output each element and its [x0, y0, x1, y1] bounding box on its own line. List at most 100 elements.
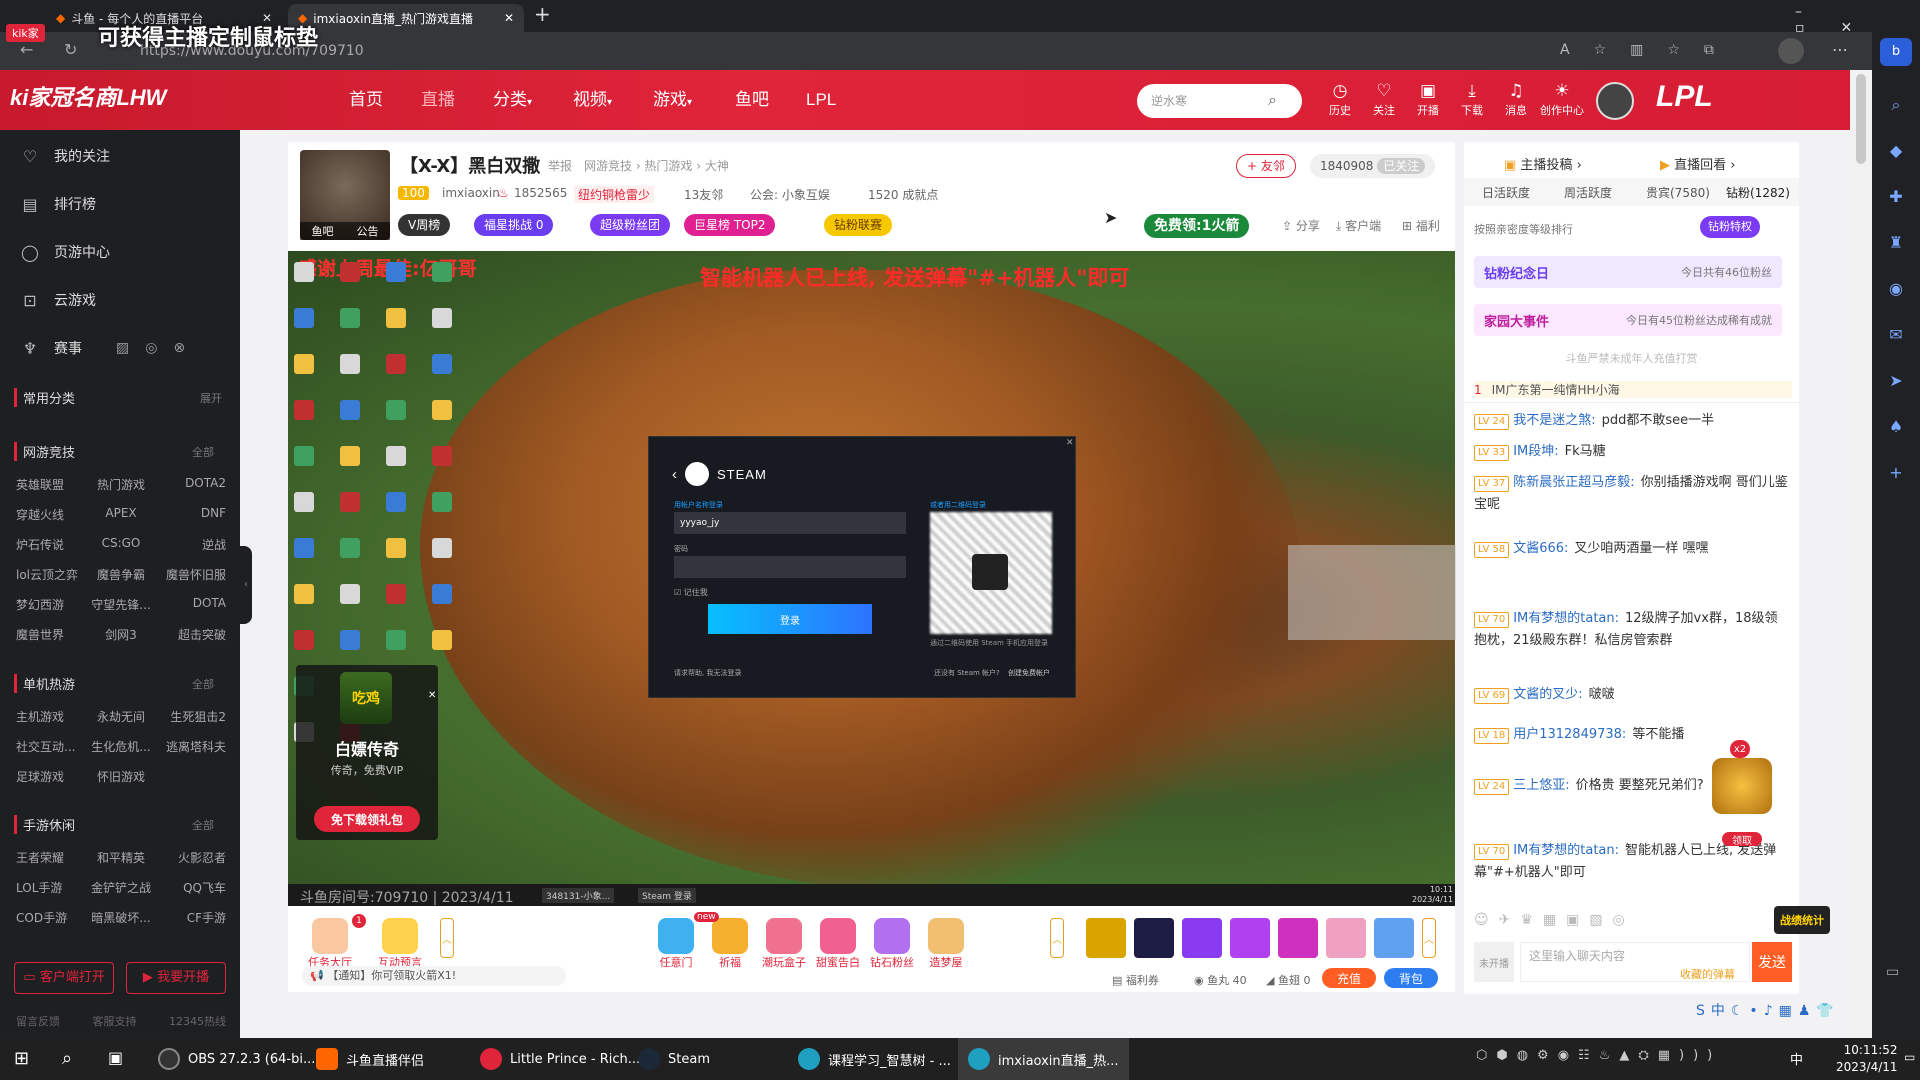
category-item[interactable]: DOTA — [156, 596, 226, 613]
bing-icon[interactable]: b — [1880, 38, 1912, 66]
diamond-privilege-button[interactable]: 钻粉特权 — [1700, 216, 1760, 238]
chat-username[interactable]: IM有梦想的tatan: — [1513, 611, 1619, 626]
report-link[interactable]: 举报 — [548, 157, 572, 174]
search-input[interactable]: 逆水寒 — [1137, 84, 1302, 118]
browser-toolbar-icons[interactable]: A☆▥☆⧉ — [1560, 42, 1738, 58]
announcement-link[interactable]: 公告 — [357, 223, 379, 239]
add-friend-button[interactable]: + 友邻 — [1236, 154, 1296, 178]
expand-up-icon[interactable]: ︿ — [440, 918, 454, 958]
ad-download-button[interactable]: 免下载领礼包 — [314, 806, 420, 832]
tab-daily[interactable]: 日活跃度 — [1482, 184, 1530, 201]
sidebar-item-cloud-games[interactable]: ⊡ 云游戏 — [20, 290, 96, 310]
nav-fishbar[interactable]: 鱼吧 — [735, 70, 769, 130]
streamer-name[interactable]: imxiaoxin — [442, 186, 500, 200]
event-diamond-day[interactable]: 钻粉纪念日 今日共有46位粉丝 — [1474, 256, 1782, 288]
recharge-button[interactable]: 充值 — [1322, 968, 1376, 988]
expand-up-icon[interactable]: ︿ — [1050, 918, 1064, 958]
start-stream-button[interactable]: ▣ 开播 — [1408, 80, 1448, 118]
category-item[interactable]: 梦幻西游 — [16, 596, 86, 613]
chat-username[interactable]: 用户1312849738: — [1513, 727, 1626, 742]
chat-message[interactable]: LV 37 陈新晨张正超马彦毅: 你别插播游戏啊 哥们儿鉴宝呢 — [1474, 472, 1790, 516]
feedback-link[interactable]: 留言反馈 — [16, 1013, 60, 1029]
category-item[interactable]: DNF — [156, 506, 226, 523]
welfare-button[interactable]: ⊞ 福利 — [1402, 217, 1440, 234]
sidebar-item-following[interactable]: ♡ 我的关注 — [20, 146, 110, 166]
category-item[interactable]: 炉石传说 — [16, 536, 86, 553]
taskbar-app-obs[interactable]: OBS 27.2.3 (64-bi... — [158, 1038, 315, 1080]
back-arrow-icon[interactable]: ‹ — [672, 466, 677, 483]
rank-first-row[interactable]: 1 IM广东第一纯情HH小海 — [1474, 381, 1792, 398]
ime-toolbar[interactable]: S中☾•♪▦♟👕 — [1696, 1000, 1840, 1020]
chat-tool-icons[interactable]: ☺✈♛▦▣▧◎ — [1474, 912, 1635, 928]
back-icon[interactable]: ← — [20, 40, 33, 59]
category-item[interactable]: 生化危机... — [86, 738, 156, 755]
sidebar-item-ranking[interactable]: ▤ 排行榜 — [20, 194, 96, 214]
tab-diamond[interactable]: 钻粉(1282) — [1726, 184, 1790, 201]
category-item[interactable]: 社交互动... — [16, 738, 86, 755]
expand-up-icon[interactable]: ︿ — [1422, 918, 1436, 958]
backpack-button[interactable]: 背包 — [1384, 968, 1438, 988]
search-icon[interactable]: ⌕ — [1268, 90, 1277, 110]
fans-club[interactable]: 13友邻 — [684, 186, 723, 203]
support-link[interactable]: 客服支持 — [93, 1013, 137, 1029]
event-home[interactable]: 家园大事件 今日有45位粉丝达成稀有成就 — [1474, 304, 1782, 336]
nav-category[interactable]: 分类▾ — [493, 70, 532, 130]
claim-chest-button[interactable]: 领取 — [1722, 832, 1762, 847]
taskbar-app-douyu[interactable]: 斗鱼直播伴侣 — [316, 1038, 424, 1080]
download-button[interactable]: ⤓ 下载 — [1452, 80, 1492, 118]
remember-checkbox[interactable]: ☑ 记住我 — [674, 587, 708, 598]
category-item[interactable]: 魔兽世界 — [16, 626, 86, 643]
messages-button[interactable]: ♫ 消息 — [1496, 80, 1536, 118]
prediction-button[interactable]: 互动预言 — [376, 918, 424, 970]
nav-home[interactable]: 首页 — [349, 70, 383, 130]
system-tray-icons[interactable]: ⬡⬢◍⚙◉☷♨▲⛭▦))) — [1476, 1048, 1721, 1063]
open-client-button[interactable]: ▭ 客户端打开 — [14, 962, 114, 994]
category-item[interactable]: CF手游 — [156, 909, 226, 926]
category-item[interactable]: 足球游戏 — [16, 768, 86, 785]
category-item[interactable]: 暗黑破坏... — [86, 909, 156, 926]
category-item[interactable]: 热门游戏 — [86, 476, 156, 493]
create-account-link[interactable]: 创建免费帐户 — [1008, 668, 1050, 678]
breadcrumb[interactable]: 网游竞技 › 热门游戏 › 大神 — [584, 157, 729, 174]
page-scrollbar[interactable] — [1852, 70, 1872, 1038]
category-item[interactable]: 英雄联盟 — [16, 476, 86, 493]
url-field[interactable]: https://www.douyu.com/709710 — [140, 40, 1540, 62]
category-item[interactable]: 和平精英 — [86, 849, 156, 866]
creator-center-button[interactable]: ☀ 创作中心 — [1540, 80, 1584, 118]
browser-tab-live-room[interactable]: ◆ imxiaoxin直播_热门游戏直播 ✕ — [288, 4, 524, 32]
category-item[interactable]: 守望先锋... — [86, 596, 156, 613]
chat-message[interactable]: LV 70 IM有梦想的tatan: 智能机器人已上线, 发送弹幕"#+机器人"即可 — [1474, 840, 1790, 884]
followed-button[interactable]: 已关注 — [1377, 158, 1426, 174]
category-item[interactable]: 穿越火线 — [16, 506, 86, 523]
search-icon[interactable]: ⌕ — [62, 1048, 72, 1069]
nav-games[interactable]: 游戏▾ — [653, 70, 692, 130]
category-item[interactable]: 生死狙击2 — [156, 708, 226, 725]
coupon-link[interactable]: ▤ 福利券 — [1112, 972, 1159, 988]
chat-username[interactable]: 我不是迷之煞: — [1513, 413, 1595, 428]
chat-message[interactable]: LV 24 我不是迷之煞: pdd都不敢see一半 — [1474, 410, 1790, 432]
category-item[interactable]: APEX — [86, 506, 156, 523]
help-link[interactable]: 请求帮助, 我无法登录 — [674, 668, 741, 678]
scrollbar-thumb[interactable] — [1856, 74, 1866, 164]
edge-sidebar-icons[interactable]: ⌕ ◆ ✚ ♜ ◉ ✉ ➤ ♠ + — [1886, 82, 1906, 496]
new-tab-button[interactable]: + — [534, 2, 551, 26]
achievement-points[interactable]: 1520 成就点 — [868, 186, 938, 203]
task-hall-button[interactable]: 任务大厅 — [306, 918, 354, 970]
gift-item-icon[interactable] — [1086, 918, 1126, 958]
sidebar-collapse-handle[interactable]: ‹ — [240, 546, 252, 624]
category-item[interactable]: 逃离塔科夫 — [156, 738, 226, 755]
client-button[interactable]: ⤓ 客户端 — [1336, 217, 1381, 234]
lpl-banner[interactable]: LPL — [1656, 80, 1713, 114]
category-item[interactable]: 剑网3 — [86, 626, 156, 643]
account-input[interactable]: yyyao_jy — [674, 512, 906, 534]
follow-button[interactable]: ♡ 关注 — [1364, 80, 1404, 118]
category-item[interactable]: 魔兽争霸 — [86, 566, 156, 583]
gift-item-icon[interactable] — [1374, 918, 1414, 958]
category-item[interactable]: CS:GO — [86, 536, 156, 553]
sidebar-item-events[interactable]: ♆ 赛事 ▨◎⊗ — [20, 338, 201, 358]
system-clock[interactable]: 10:11:52 2023/4/11 — [1836, 1042, 1898, 1076]
lucky-challenge-badge[interactable]: 福星挑战 0 — [474, 214, 554, 236]
category-item[interactable]: 主机游戏 — [16, 708, 86, 725]
dialog-close-icon[interactable]: ✕ — [1066, 438, 1074, 448]
history-button[interactable]: ◷ 历史 — [1320, 80, 1360, 118]
